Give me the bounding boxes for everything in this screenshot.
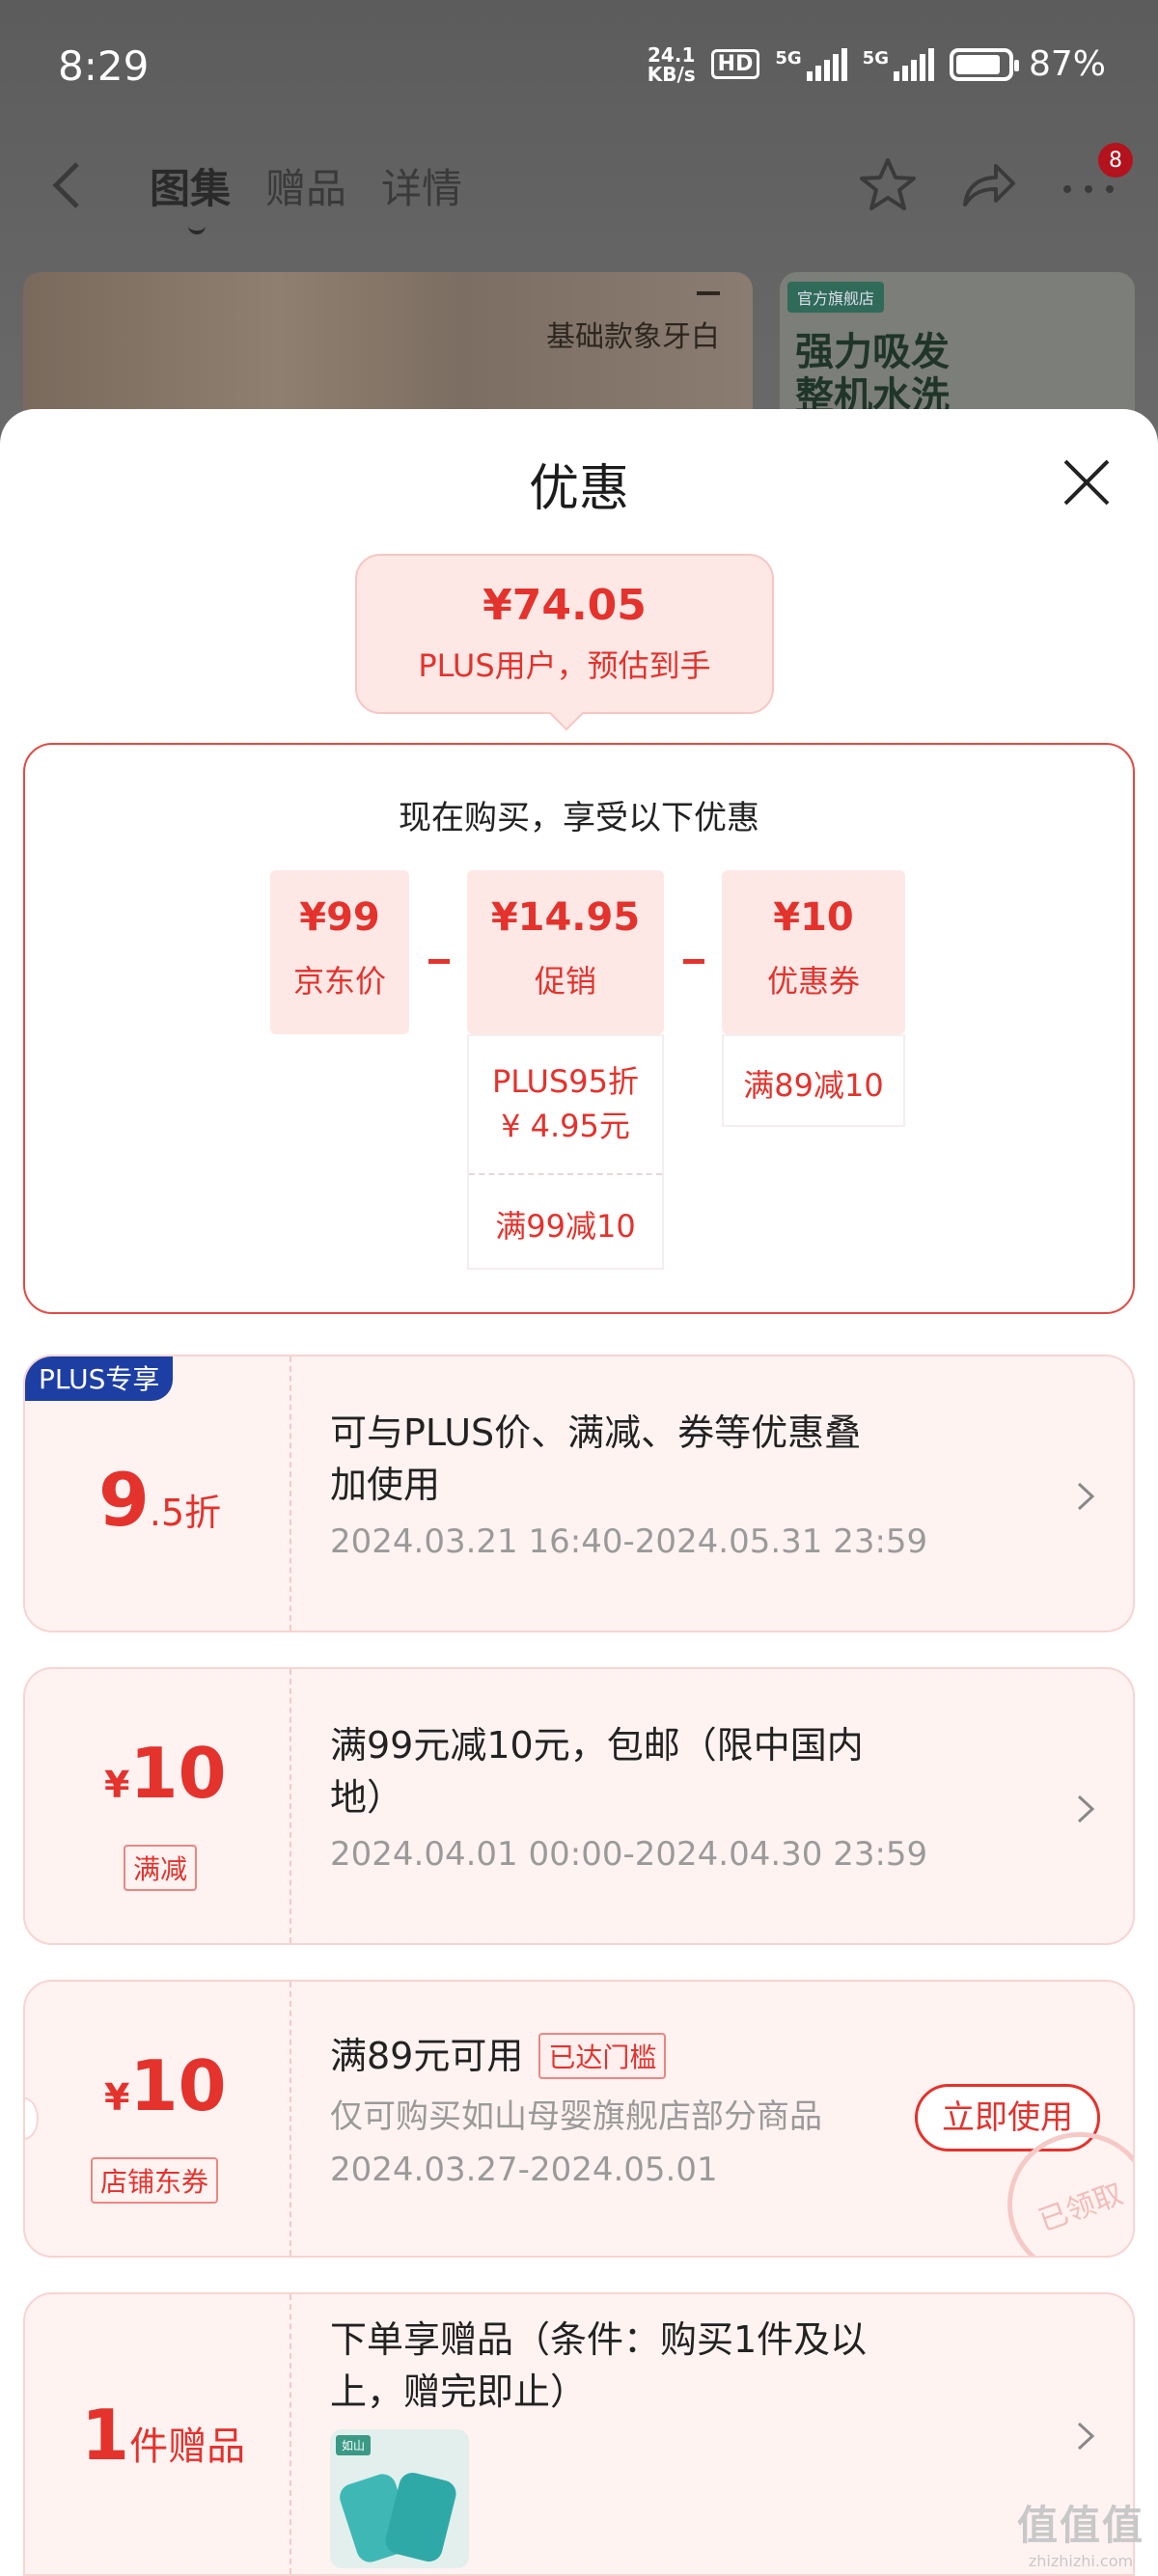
discount-sheet: 优惠 ¥74.05 PLUS用户，预估到手 现在购买，享受以下优惠 ¥99 京东…	[0, 409, 1158, 2576]
chevron-right-icon	[1077, 1795, 1095, 1823]
notification-badge: 8	[1098, 143, 1133, 178]
nav-actions: 8	[857, 143, 1133, 216]
star-icon	[860, 158, 916, 210]
coupon-value: ¥10	[773, 895, 854, 940]
status-bar: 8:29 24.1 KB/s HD 5G 5G 87%	[0, 0, 1158, 135]
store-coupon-title: 满89元可用	[330, 2035, 524, 2077]
plus-discount-description: 可与PLUS价、满减、券等优惠叠 加使用	[330, 1411, 862, 1506]
discount-calculation: 现在购买，享受以下优惠 ¥99 京东价 ¥14.95 促销 ¥10 优惠券 PL…	[23, 743, 1135, 1314]
sheet-title: 优惠	[528, 460, 629, 518]
store-coupon-tag: 店铺东券	[91, 2157, 219, 2204]
site-watermark: 值值值 zhizhizhi.com	[1016, 2502, 1144, 2570]
estimated-price: ¥74.05	[482, 581, 647, 630]
tab-details[interactable]: 详情	[381, 156, 462, 215]
store-coupon-amount: ¥10 店铺东券	[25, 1982, 291, 2256]
jd-price-label: 京东价	[292, 963, 386, 1000]
full-reduction-date: 2024.04.01 00:00-2024.04.30 23:59	[330, 1835, 928, 1874]
coupon-details: 满89减10	[722, 1034, 905, 1127]
share-icon	[963, 164, 1015, 206]
gift-brand-logo: 如山	[336, 2435, 372, 2455]
share-button[interactable]	[957, 154, 1019, 216]
chevron-left-icon	[52, 162, 79, 208]
estimated-price-label: PLUS用户，预估到手	[418, 647, 711, 684]
chevron-right-icon	[1077, 1482, 1095, 1511]
estimated-price-bubble: ¥74.05 PLUS用户，预估到手	[355, 554, 774, 714]
gift-card[interactable]: 1件赠品 下单享赠品（条件：购买1件及以 上，赠完即止） 如山	[23, 2292, 1135, 2576]
store-coupon-card: ¥10 店铺东券 满89元可用 已达门槛 仅可购买如山母婴旗舰店部分商品 202…	[23, 1980, 1135, 2258]
promotion-detail-plus: PLUS95折	[492, 1063, 639, 1100]
jd-price-value: ¥99	[299, 895, 380, 940]
plus-discount-amount: 9.5折	[25, 1357, 291, 1631]
battery-icon	[949, 47, 1019, 81]
gift-count: 1件赠品	[25, 2294, 291, 2574]
battery-percent: 87%	[1028, 44, 1106, 84]
store-tag: 官方旗舰店	[787, 282, 885, 313]
store-coupon-scope: 仅可购买如山母婴旗舰店部分商品	[330, 2097, 822, 2136]
plus-discount-date: 2024.03.21 16:40-2024.05.31 23:59	[330, 1522, 928, 1561]
product-image-caption: 基础款象牙白	[546, 320, 720, 354]
signal-icon: 5G	[775, 47, 847, 81]
promotion-column: ¥14.95 促销	[467, 870, 664, 1034]
status-indicators: 24.1 KB/s HD 5G 5G 87%	[648, 44, 1106, 84]
jd-price-column: ¥99 京东价	[270, 870, 409, 1034]
gift-thumbnail[interactable]: 如山	[330, 2429, 469, 2568]
signal-icon-2: 5G	[863, 47, 934, 81]
minus-sign	[428, 959, 450, 964]
promotion-detail-amount: ¥ 4.95元	[501, 1108, 630, 1144]
calc-title: 现在购买，享受以下优惠	[399, 799, 759, 837]
close-icon	[1063, 459, 1110, 506]
full-reduction-card[interactable]: ¥10 满减 满99元减10元，包邮（限中国内 地） 2024.04.01 00…	[23, 1667, 1135, 1945]
status-time: 8:29	[58, 42, 150, 90]
full-reduction-description: 满99元减10元，包邮（限中国内 地）	[330, 1724, 864, 1819]
more-button[interactable]: 8	[1058, 143, 1133, 216]
back-button[interactable]	[48, 156, 87, 228]
plus-discount-card[interactable]: PLUS专享 9.5折 可与PLUS价、满减、券等优惠叠 加使用 2024.03…	[23, 1355, 1135, 1632]
network-speed: 24.1 KB/s	[647, 42, 696, 86]
store-coupon-date: 2024.03.27-2024.05.01	[330, 2151, 718, 2189]
tab-gallery[interactable]: 图集	[150, 156, 231, 234]
full-reduction-tag: 满减	[124, 1845, 198, 1891]
promotion-details: PLUS95折 ¥ 4.95元 满99减10	[467, 1034, 664, 1270]
coupon-label: 优惠券	[766, 963, 860, 1000]
background-page: 8:29 24.1 KB/s HD 5G 5G 87% 图集 赠品 详情 8 基…	[0, 0, 1158, 465]
promotion-value: ¥14.95	[490, 895, 641, 940]
gift-description: 下单享赠品（条件：购买1件及以 上，赠完即止）	[330, 2318, 868, 2413]
tab-gifts[interactable]: 赠品	[265, 156, 346, 215]
top-nav: 图集 赠品 详情 8	[0, 143, 1158, 234]
promotion-label: 促销	[534, 963, 596, 1000]
minus-sign	[683, 959, 704, 964]
favorite-button[interactable]	[857, 154, 919, 216]
nav-tabs: 图集 赠品 详情	[150, 156, 462, 234]
threshold-reached-tag: 已达门槛	[538, 2033, 667, 2079]
full-reduction-amount: ¥10 满减	[25, 1669, 291, 1943]
close-button[interactable]	[1060, 455, 1114, 509]
promotion-detail-full-reduction: 满99减10	[495, 1208, 636, 1245]
coupon-column: ¥10 优惠券	[722, 870, 905, 1034]
chevron-right-icon	[1077, 2422, 1095, 2451]
product-image-caption-2: 强力吸发 整机水洗	[795, 330, 950, 419]
hd-icon: HD	[710, 49, 760, 79]
